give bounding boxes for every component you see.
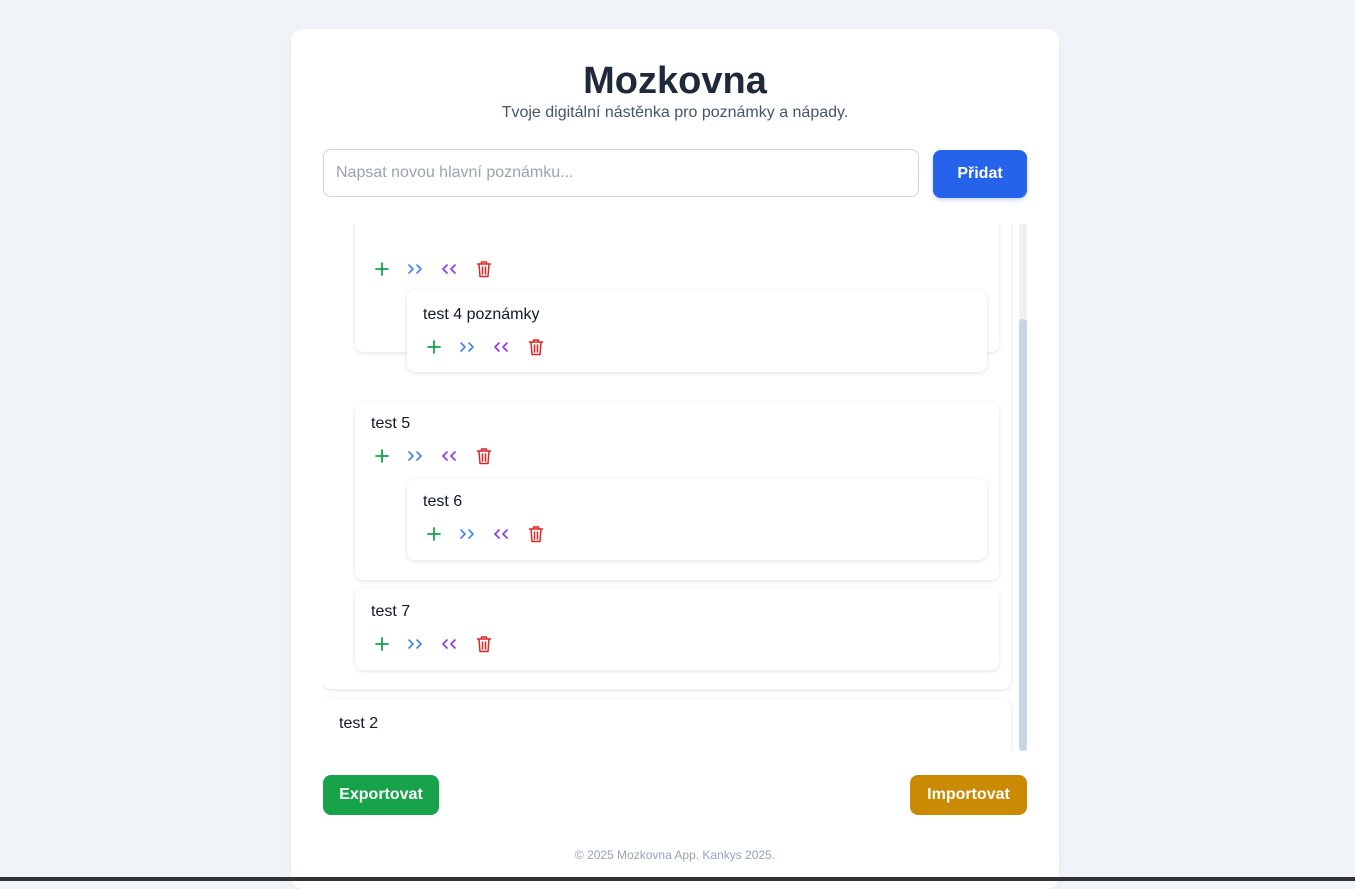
- plus-icon[interactable]: [423, 523, 445, 545]
- note-card: test 6: [407, 478, 987, 560]
- scrollbar-thumb[interactable]: [1019, 319, 1027, 751]
- trash-icon[interactable]: [525, 523, 547, 545]
- note-actions: [371, 633, 507, 655]
- plus-icon[interactable]: [371, 258, 393, 280]
- indent-icon[interactable]: [405, 633, 427, 655]
- page-title: Mozkovna: [583, 60, 767, 102]
- note-actions: [371, 445, 507, 467]
- note-card: test 7: [355, 588, 999, 670]
- note-card: test 4 poznámky test 5 test 6 test 7: [323, 224, 1011, 689]
- note-text[interactable]: test 4 poznámky: [423, 305, 540, 325]
- trash-icon[interactable]: [473, 445, 495, 467]
- note-text[interactable]: test 7: [371, 602, 410, 622]
- note-card: test 5 test 6: [355, 402, 999, 580]
- note-card: test 4 poznámky: [407, 290, 987, 372]
- note-actions: [423, 336, 559, 358]
- note-actions: [371, 258, 507, 280]
- new-note-input[interactable]: [323, 149, 919, 197]
- outdent-icon[interactable]: [439, 445, 461, 467]
- import-button[interactable]: Importovat: [910, 775, 1027, 815]
- plus-icon[interactable]: [371, 633, 393, 655]
- outdent-icon[interactable]: [491, 523, 513, 545]
- note-card: test 2: [323, 699, 1011, 751]
- add-note-button[interactable]: Přidat: [933, 150, 1027, 198]
- outdent-icon[interactable]: [491, 336, 513, 358]
- export-button[interactable]: Exportovat: [323, 775, 439, 815]
- indent-icon[interactable]: [405, 258, 427, 280]
- trash-icon[interactable]: [473, 258, 495, 280]
- plus-icon[interactable]: [371, 445, 393, 467]
- trash-icon[interactable]: [473, 633, 495, 655]
- main-card: Mozkovna Tvoje digitální nástěnka pro po…: [291, 29, 1059, 889]
- outdent-icon[interactable]: [439, 258, 461, 280]
- indent-icon[interactable]: [457, 336, 479, 358]
- trash-icon[interactable]: [525, 336, 547, 358]
- plus-icon[interactable]: [423, 336, 445, 358]
- note-text[interactable]: test 6: [423, 492, 462, 512]
- outdent-icon[interactable]: [439, 633, 461, 655]
- page-subtitle: Tvoje digitální nástěnka pro poznámky a …: [501, 104, 849, 121]
- notes-list[interactable]: test 4 poznámky test 5 test 6 test 7 tes…: [323, 224, 1027, 751]
- indent-icon[interactable]: [405, 445, 427, 467]
- note-actions: [423, 523, 559, 545]
- footer-text: © 2025 Mozkovna App. Kankys 2025.: [574, 848, 776, 862]
- window-bottom-edge: [0, 877, 1355, 881]
- note-text[interactable]: test 5: [371, 414, 410, 434]
- indent-icon[interactable]: [457, 523, 479, 545]
- note-card: test 4 poznámky: [355, 224, 999, 372]
- note-text[interactable]: test 2: [339, 714, 378, 734]
